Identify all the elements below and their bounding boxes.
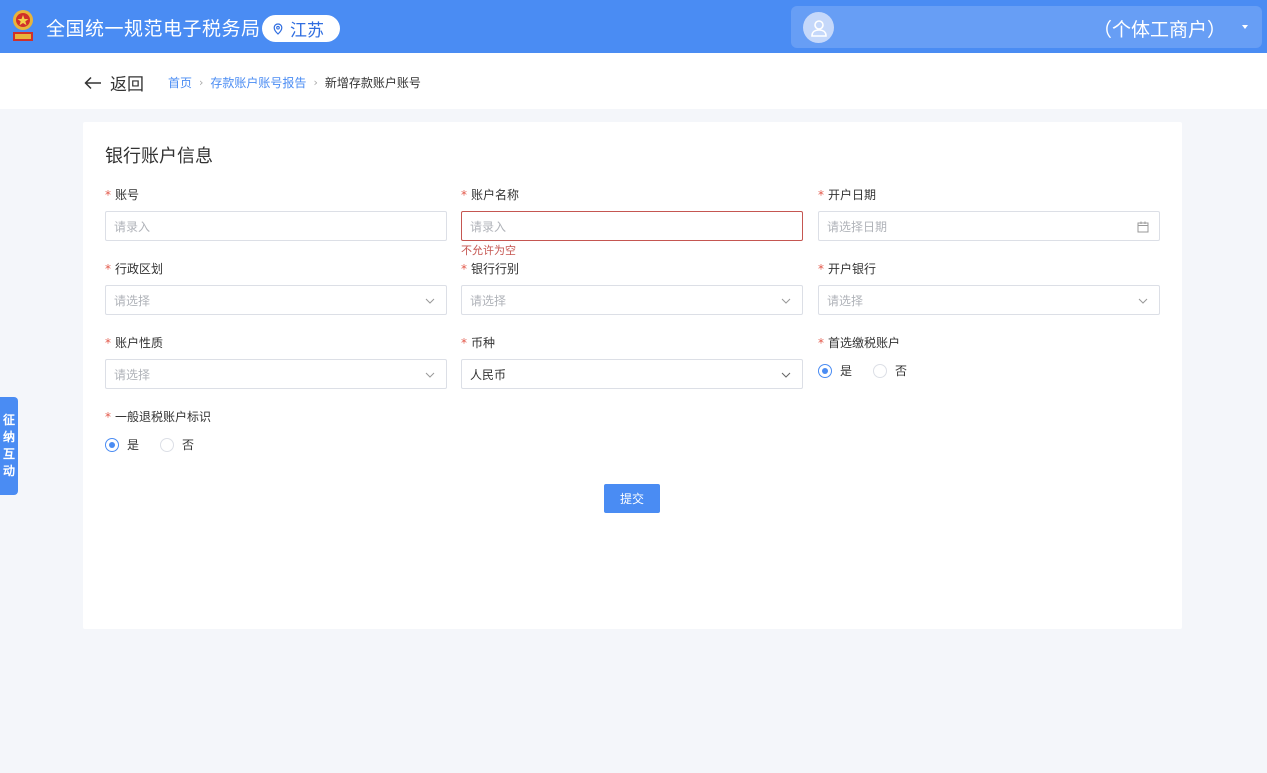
field-label: * 银行行别 [461,262,520,276]
account-name-input[interactable]: 请录入 [461,211,803,241]
chevron-right-icon: › [199,76,204,89]
field-currency: * 币种 人民币 [461,334,803,389]
account-nature-select[interactable]: 请选择 [105,359,447,389]
field-open-bank: * 开户银行 请选择 [818,260,1160,315]
field-refund-flag: * 一般退税账户标识 是 否 [105,408,447,452]
refund-flag-yes-radio[interactable]: 是 [105,436,139,453]
field-preferred-tax: * 首选缴税账户 是 否 [818,334,1160,378]
calendar-icon [1137,221,1149,233]
field-account-nature: * 账户性质 请选择 [105,334,447,389]
region-selector[interactable]: 江苏 [262,15,340,42]
refund-flag-radio-group: 是 否 [105,436,215,453]
chevron-right-icon: › [313,76,318,89]
error-message: 不允许为空 [461,244,516,257]
field-label: * 币种 [461,336,496,350]
open-date-picker[interactable]: 请选择日期 [818,211,1160,241]
field-label: * 账户性质 [105,336,164,350]
chevron-down-icon [1138,298,1148,304]
breadcrumb-home[interactable]: 首页 [168,74,192,91]
top-header: 全国统一规范电子税务局 江苏 （个体工商户） [0,0,1267,53]
tax-emblem-icon [13,10,33,41]
avatar [803,12,834,43]
bank-type-select[interactable]: 请选择 [461,285,803,315]
user-menu[interactable]: （个体工商户） [791,6,1262,48]
side-interaction-tab[interactable]: 征 纳 互 动 [0,397,18,495]
chevron-down-icon [781,372,791,378]
preferred-tax-yes-radio[interactable]: 是 [818,362,852,379]
preferred-tax-no-radio[interactable]: 否 [873,362,907,379]
user-icon [810,19,827,37]
site-title: 全国统一规范电子税务局 [46,18,261,40]
user-name: （个体工商户） [1092,19,1226,41]
breadcrumb: 首页 › 存款账户账号报告 › 新增存款账户账号 [168,74,421,91]
breadcrumb-account-report[interactable]: 存款账户账号报告 [210,74,306,91]
field-account-name: * 账户名称 请录入 不允许为空 [461,186,803,257]
field-label: * 开户银行 [818,262,877,276]
submit-button[interactable]: 提交 [604,484,660,513]
currency-select[interactable]: 人民币 [461,359,803,389]
chevron-down-icon [425,372,435,378]
field-label: * 一般退税账户标识 [105,410,212,424]
field-label: * 账号 [105,188,140,202]
admin-region-select[interactable]: 请选择 [105,285,447,315]
preferred-tax-radio-group: 是 否 [818,362,928,379]
breadcrumb-bar: 返回 首页 › 存款账户账号报告 › 新增存款账户账号 [0,53,1267,109]
field-label: * 首选缴税账户 [818,336,901,350]
field-account-no: * 账号 请录入 [105,186,447,241]
account-no-input[interactable]: 请录入 [105,211,447,241]
chevron-down-icon [425,298,435,304]
location-pin-icon [273,22,283,35]
field-admin-region: * 行政区划 请选择 [105,260,447,315]
field-bank-type: * 银行行别 请选择 [461,260,803,315]
region-name: 江苏 [290,21,324,41]
field-label: * 开户日期 [818,188,877,202]
refund-flag-no-radio[interactable]: 否 [160,436,194,453]
field-open-date: * 开户日期 请选择日期 [818,186,1160,241]
open-bank-select[interactable]: 请选择 [818,285,1160,315]
back-button[interactable]: 返回 [84,70,144,95]
arrow-left-icon [84,76,101,89]
chevron-down-icon [781,298,791,304]
breadcrumb-current: 新增存款账户账号 [324,76,421,90]
field-label: * 账户名称 [461,188,520,202]
form-title: 银行账户信息 [105,146,213,167]
field-label: * 行政区划 [105,262,164,276]
back-label: 返回 [110,75,144,95]
bank-account-form-card: 银行账户信息 * 账号 请录入 * 账户名称 请录入 不允许为空 * 开户日期 请选择… [83,122,1182,629]
caret-down-icon [1242,25,1248,29]
